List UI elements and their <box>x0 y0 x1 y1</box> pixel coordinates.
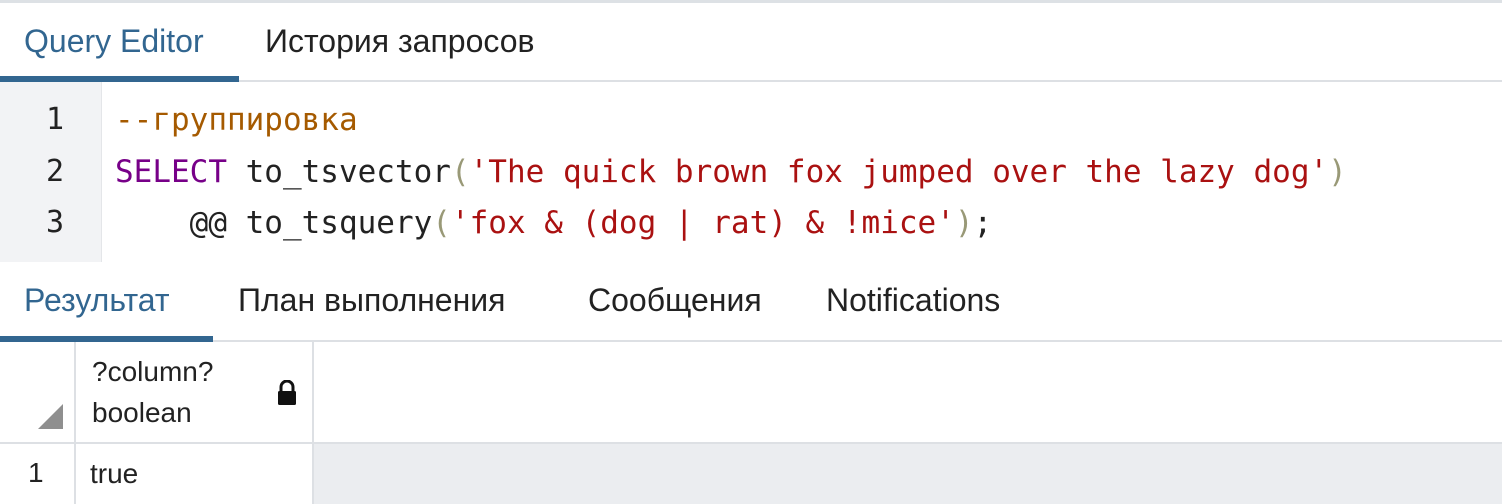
editor-tab-bar: Query Editor История запросов <box>0 3 1502 82</box>
tab-messages-label: Сообщения <box>588 282 762 318</box>
tab-result[interactable]: Результат <box>0 262 213 342</box>
sql-bracket: ( <box>450 154 470 190</box>
sql-semicolon: ; <box>973 205 993 241</box>
sql-string: 'fox & (dog | rat) & !mice' <box>450 205 955 241</box>
sql-operator-function: @@ to_tsquery <box>115 205 433 241</box>
table-cell[interactable]: true <box>76 444 314 504</box>
tab-notifications[interactable]: Notifications <box>801 262 1041 340</box>
select-all-corner[interactable] <box>0 342 76 444</box>
result-tab-bar: Результат План выполнения Сообщения Noti… <box>0 262 1502 342</box>
code-line-1: --группировка <box>115 102 358 138</box>
tab-notifications-label: Notifications <box>826 282 1001 318</box>
sql-code-editor[interactable]: 1 2 3 --группировка SELECT to_tsvector('… <box>0 82 1502 262</box>
column-type: boolean <box>92 397 192 428</box>
line-number: 3 <box>45 205 64 240</box>
tab-explain-plan[interactable]: План выполнения <box>213 262 563 340</box>
code-line-3: @@ to_tsquery('fox & (dog | rat) & !mice… <box>115 205 993 241</box>
row-number-cell[interactable]: 1 <box>0 444 76 504</box>
tab-query-editor[interactable]: Query Editor <box>0 3 239 82</box>
lock-icon <box>278 380 296 405</box>
sql-bracket: ( <box>432 205 451 241</box>
tab-result-label: Результат <box>24 282 170 318</box>
tab-query-history[interactable]: История запросов <box>239 3 579 80</box>
result-grid: ?column? boolean 1 true <box>0 342 1502 504</box>
code-line-2: SELECT to_tsvector('The quick brown fox … <box>115 154 1347 190</box>
tab-messages[interactable]: Сообщения <box>563 262 801 340</box>
line-number: 2 <box>45 154 64 189</box>
column-name: ?column? <box>92 356 214 387</box>
row-number: 1 <box>28 457 44 488</box>
sql-keyword: SELECT <box>115 154 227 190</box>
tab-explain-plan-label: План выполнения <box>238 282 506 318</box>
sql-bracket: ) <box>954 205 974 241</box>
line-number: 1 <box>45 102 64 137</box>
grid-empty-area <box>314 444 1502 504</box>
tab-query-editor-label: Query Editor <box>24 23 204 59</box>
line-number-gutter: 1 2 3 <box>0 82 102 262</box>
cell-value: true <box>90 458 139 489</box>
sql-bracket: ) <box>1328 154 1347 190</box>
tab-query-history-label: История запросов <box>265 23 535 59</box>
column-header[interactable]: ?column? boolean <box>76 342 314 444</box>
sql-comment: --группировка <box>115 102 358 138</box>
sql-function: to_tsvector <box>226 154 451 190</box>
header-empty-space <box>314 342 1502 444</box>
sql-string: 'The quick brown fox jumped over the laz… <box>469 154 1329 190</box>
select-all-triangle-icon <box>38 404 63 429</box>
